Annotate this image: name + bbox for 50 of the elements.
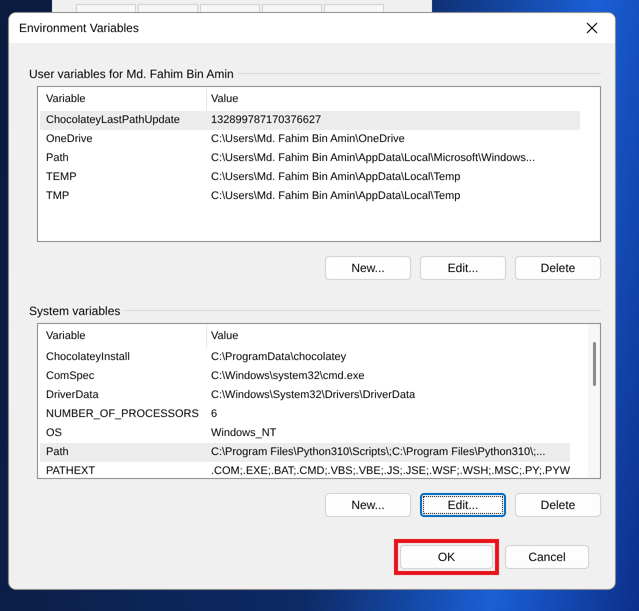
variable-value: C:\Users\Md. Fahim Bin Amin\OneDrive [210,132,405,148]
window-title: Environment Variables [19,20,139,37]
variable-name: NUMBER_OF_PROCESSORS [45,407,200,422]
scrollbar[interactable] [588,324,600,478]
list-row[interactable]: PATHEXT .COM;.EXE;.BAT;.CMD;.VBS;.VBE;.JS;.JSE;.WSF;.WSH;.MSC;.PY;.PYW [40,462,570,478]
variable-name: OS [45,426,63,442]
variable-name: Path [45,151,70,166]
list-row[interactable]: DriverData C:\Windows\System32\Drivers\DriverData [40,386,570,405]
dialog-button[interactable]: Cancel [505,545,589,569]
variable-name: DriverData [45,388,100,404]
variable-name: OneDrive [45,132,94,148]
list-row[interactable]: OneDrive C:\Users\Md. Fahim Bin Amin\OneDrive [40,130,580,149]
dialog-button[interactable]: Delete [515,493,601,517]
list-row[interactable]: ChocolateyInstall C:\ProgramData\chocolatey [40,348,570,367]
list-row[interactable]: Path C:\Program Files\Python310\Scripts\;C:\Program Files\Python310\;... [40,443,570,462]
column-header[interactable]: Value [207,91,238,108]
dialog-button[interactable]: Edit... [420,256,506,280]
list-row[interactable]: OS Windows_NT [40,424,570,443]
variable-value: C:\Users\Md. Fahim Bin Amin\AppData\Local\Microsoft\Windows... [210,151,535,166]
list-row[interactable]: NUMBER_OF_PROCESSORS 6 [40,405,570,424]
column-header[interactable]: Value [207,328,238,345]
list-row[interactable]: Path C:\Users\Md. Fahim Bin Amin\AppData\Local\Microsoft\Windows... [40,149,580,168]
variable-name: TEMP [45,170,78,186]
dialog-button[interactable]: OK [400,545,493,569]
variable-value: C:\Users\Md. Fahim Bin Amin\AppData\Local\Temp [210,170,460,186]
list-row[interactable]: ChocolateyLastPathUpdate 132899787170376627 [40,111,580,130]
variable-name: TMP [45,189,70,204]
variable-name: PATHEXT [45,464,96,478]
list-row[interactable]: TMP C:\Users\Md. Fahim Bin Amin\AppData\Local\Temp [40,187,580,206]
variable-value: 6 [210,407,218,422]
dialog-button[interactable]: New... [325,493,411,517]
variable-value: Windows_NT [210,426,276,442]
variable-value: 132899787170376627 [210,113,322,128]
dialog-button[interactable]: Edit... [420,493,506,517]
variable-value: C:\Program Files\Python310\Scripts\;C:\Program Files\Python310\;... [210,445,546,460]
variable-name: ComSpec [45,369,96,384]
list-row[interactable]: TEMP C:\Users\Md. Fahim Bin Amin\AppData\Local\Temp [40,168,580,187]
variable-value: .COM;.EXE;.BAT;.CMD;.VBS;.VBE;.JS;.JSE;.WSF;.WSH;.MSC;.PY;.PYW [210,464,570,478]
list-row[interactable]: ComSpec C:\Windows\system32\cmd.exe [40,367,570,386]
variable-name: ChocolateyLastPathUpdate [45,113,181,128]
dialog-button[interactable]: New... [325,256,411,280]
variable-value: C:\Windows\system32\cmd.exe [210,369,364,384]
close-icon [586,22,598,34]
variable-value: C:\Users\Md. Fahim Bin Amin\AppData\Local\Temp [210,189,460,204]
variable-value: C:\Windows\System32\Drivers\DriverData [210,388,416,404]
variable-name: Path [45,445,70,460]
column-header[interactable]: Variable [40,325,207,348]
variable-name: ChocolateyInstall [45,350,131,366]
dialog-button[interactable]: Delete [515,256,601,280]
variable-value: C:\ProgramData\chocolatey [210,350,346,366]
